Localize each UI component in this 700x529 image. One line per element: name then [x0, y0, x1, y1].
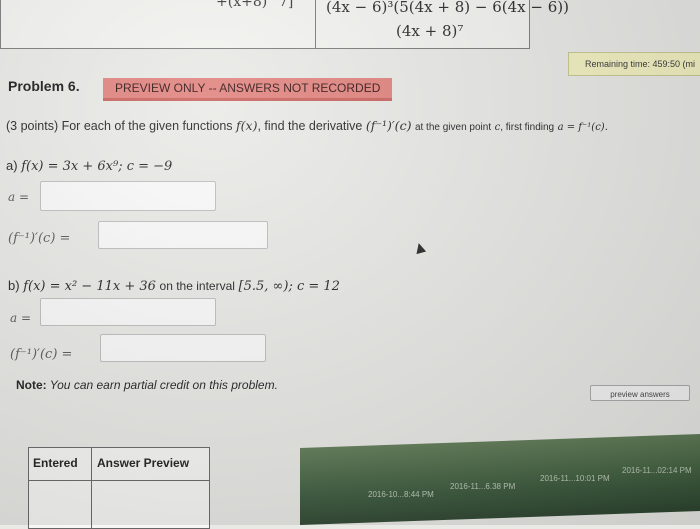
part-a-derivative-label: (f⁻¹)′(c) =	[8, 231, 71, 246]
part-b-a-input[interactable]	[40, 298, 216, 326]
note-text: You can earn partial credit on this prob…	[46, 378, 278, 392]
part-b-statement: b) f(x) = x² − 11x + 36 on the interval …	[8, 278, 340, 294]
previous-entered-answer: +(x+8)^7]	[216, 0, 294, 10]
a-equation: a = f⁻¹(c).	[557, 122, 608, 133]
part-b-derivative-input[interactable]	[100, 334, 266, 362]
part-b-interval: [5.5, ∞); c = 12	[238, 279, 340, 294]
taskbar-item[interactable]: 2016-11...02:14 PM	[622, 466, 692, 475]
preview-only-badge: PREVIEW ONLY -- ANSWERS NOT RECORDED	[103, 78, 393, 101]
mouse-cursor-icon	[413, 241, 427, 255]
part-a-statement: a) f(x) = 3x + 6x⁹; c = −9	[6, 158, 172, 174]
entered-column-header: Entered	[33, 456, 78, 470]
entered-answers-table: Entered Answer Preview	[28, 447, 210, 529]
part-a-derivative-input[interactable]	[98, 221, 268, 249]
intro-text: For each of the given functions	[61, 119, 233, 133]
table-column-divider	[91, 448, 92, 528]
part-a-a-label: a =	[8, 190, 30, 204]
taskbar-item[interactable]: 2016-11...6.38 PM	[450, 482, 515, 491]
preview-answers-button[interactable]: preview answers	[590, 385, 690, 401]
table-divider	[315, 0, 316, 48]
problem-intro: (3 points) For each of the given functio…	[6, 118, 608, 133]
part-b-on-text: on the interval	[159, 279, 235, 293]
desktop-taskbar	[300, 434, 700, 525]
inverse-derivative-symbol: (f⁻¹)′(c)	[365, 118, 412, 133]
part-b-a-label: a =	[10, 311, 32, 325]
find-text: , find the derivative	[257, 119, 363, 133]
previous-answer-denominator: (4x + 8)⁷	[396, 22, 464, 40]
answer-preview-column-header: Answer Preview	[97, 456, 190, 470]
first-text: , first finding	[500, 122, 555, 133]
part-a-a-input[interactable]	[40, 181, 216, 211]
partial-credit-note: Note: You can earn partial credit on thi…	[16, 378, 278, 392]
at-text: at the given point	[414, 122, 492, 133]
remaining-time-label: Remaining time: 459:50 (mi	[585, 59, 696, 69]
previous-answer-numerator: (4x − 6)³(5(4x + 8) − 6(4x − 6))	[326, 0, 569, 16]
fx-symbol: f(x)	[236, 118, 258, 133]
part-a-label: a)	[6, 158, 18, 173]
taskbar-item[interactable]: 2016-11...10:01 PM	[540, 474, 610, 483]
part-b-label: b)	[8, 278, 20, 293]
part-b-derivative-label: (f⁻¹)′(c) =	[10, 347, 73, 362]
previous-answer-table: +(x+8)^7] (4x − 6)³(5(4x + 8) − 6(4x − 6…	[0, 0, 569, 49]
taskbar-item[interactable]: 2016-10...8:44 PM	[368, 490, 434, 499]
part-a-function: f(x) = 3x + 6x⁹; c = −9	[21, 159, 173, 174]
table-row-divider	[29, 480, 209, 481]
points-label: (3 points)	[6, 119, 59, 133]
part-b-function: f(x) = x² − 11x + 36	[23, 279, 156, 294]
note-label: Note:	[16, 378, 47, 392]
remaining-time-banner: Remaining time: 459:50 (mi	[568, 52, 700, 76]
problem-title: Problem 6.	[8, 78, 80, 94]
